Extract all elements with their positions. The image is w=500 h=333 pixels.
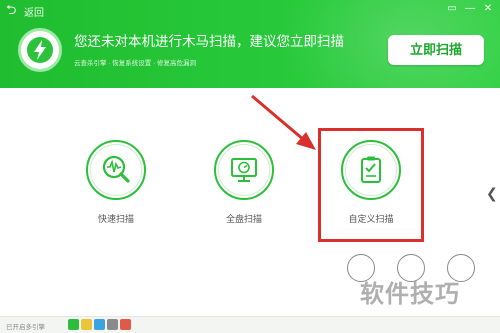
footer-status-text: 已开启多引擎 [6, 324, 45, 331]
engine-yellow-icon[interactable] [81, 319, 92, 330]
engine-gray-icon[interactable] [107, 319, 118, 330]
engine-blue-icon[interactable] [94, 319, 105, 330]
engine-red-icon[interactable] [120, 319, 131, 330]
full-scan-label: 全盘扫描 [225, 214, 262, 224]
scan-prompt-subline: 云查杀引擎 · 恢复系统设置 · 修复高危漏洞 [74, 60, 197, 67]
custom-scan-highlight [318, 128, 424, 242]
watermark-text: 软件技巧 [360, 281, 460, 308]
scan-prompt-headline: 您还未对本机进行木马扫描，建议您立即扫描 [74, 34, 344, 49]
monitor-clock-icon [218, 144, 270, 196]
quick-scan-option[interactable]: 快速扫描 [76, 140, 156, 225]
engine-icons [68, 319, 131, 330]
close-icon[interactable]: ✕ [480, 2, 496, 16]
quick-scan-ring [86, 140, 146, 200]
title-bar: ⮌ 返回 ▭ — ✕ [0, 0, 500, 20]
full-scan-option[interactable]: 全盘扫描 [204, 140, 284, 225]
full-scan-ring [214, 140, 274, 200]
quick-scan-label: 快速扫描 [97, 214, 134, 224]
window-controls: ▭ — ✕ [444, 2, 496, 16]
restore-icon[interactable]: ▭ [444, 2, 460, 16]
chevron-right-icon[interactable]: ❮ [486, 185, 498, 202]
scan-now-button[interactable]: 立即扫描 [388, 35, 484, 65]
window-title: 返回 [24, 8, 44, 19]
header-banner: ⮌ 返回 ▭ — ✕ 您还未对本机进行木马扫描，建议您立即扫描 云查杀引擎 · … [0, 0, 500, 88]
lightning-icon [18, 28, 62, 72]
magnifier-waveform-icon [90, 144, 142, 196]
status-footer: 已开启多引擎 [0, 316, 500, 333]
minimize-icon[interactable]: — [462, 2, 478, 16]
back-arrow-icon[interactable]: ⮌ [6, 3, 20, 17]
scan-options-panel: 快速扫描 全盘扫描 自定义扫描 ❮ 软件技巧 [0, 88, 500, 316]
engine-green-icon[interactable] [68, 319, 79, 330]
